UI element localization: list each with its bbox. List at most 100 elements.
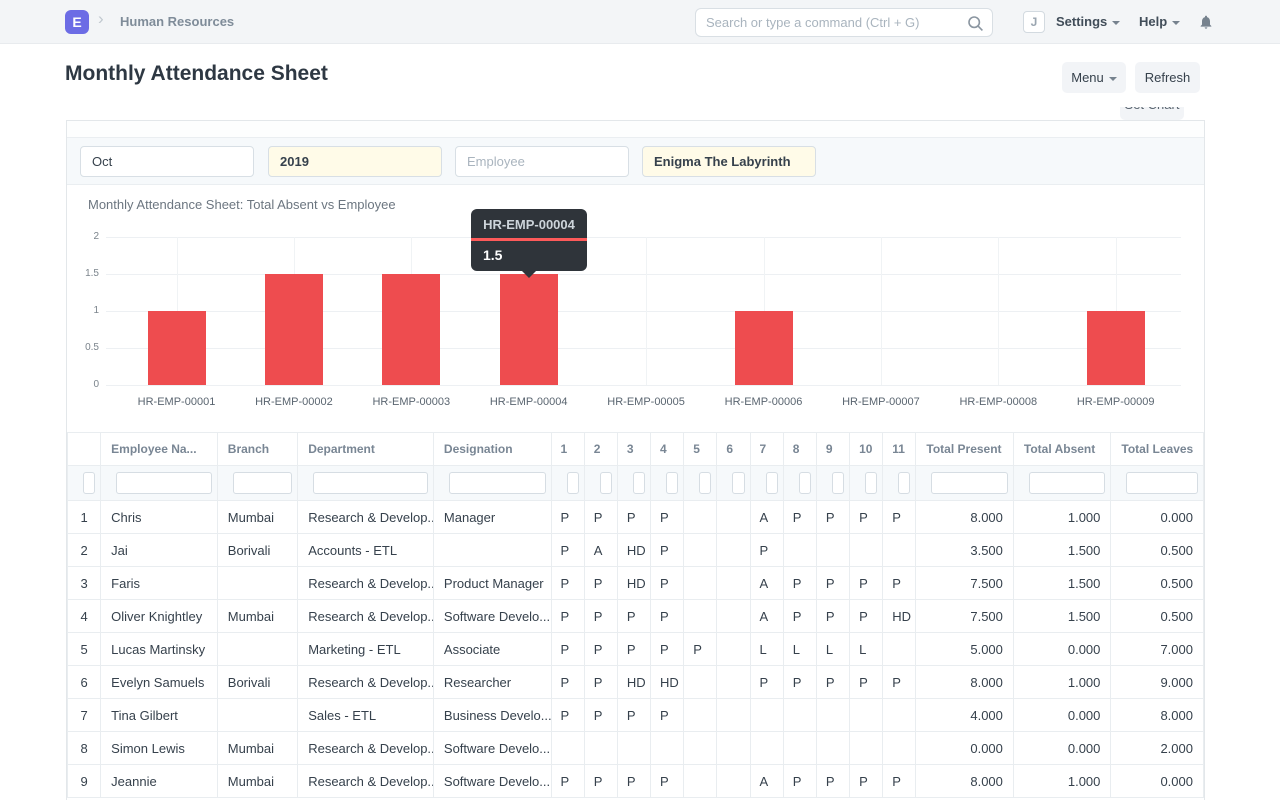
- column-filter-input-total-absent[interactable]: [1029, 472, 1106, 494]
- cell-branch[interactable]: Mumbai: [217, 732, 297, 765]
- cell-day-4[interactable]: P: [651, 534, 684, 567]
- notifications-bell-icon[interactable]: [1198, 13, 1214, 31]
- cell-day-7[interactable]: A: [750, 567, 783, 600]
- cell-total-absent[interactable]: 1.000: [1013, 666, 1111, 699]
- cell-day-6[interactable]: [717, 699, 750, 732]
- cell-row-index[interactable]: 1: [68, 501, 101, 534]
- cell-day-9[interactable]: P: [816, 501, 849, 534]
- cell-day-3[interactable]: P: [617, 765, 650, 798]
- cell-day-3[interactable]: P: [617, 633, 650, 666]
- cell-department[interactable]: Marketing - ETL: [298, 633, 434, 666]
- cell-day-10[interactable]: P: [850, 501, 883, 534]
- cell-designation[interactable]: [433, 534, 551, 567]
- cell-branch[interactable]: Borivali: [217, 666, 297, 699]
- cell-day-1[interactable]: [551, 732, 584, 765]
- cell-day-11[interactable]: [883, 732, 916, 765]
- cell-day-10[interactable]: P: [850, 666, 883, 699]
- cell-day-11[interactable]: HD: [883, 600, 916, 633]
- column-filter-input-day-4[interactable]: [666, 472, 678, 494]
- cell-day-1[interactable]: P: [551, 600, 584, 633]
- cell-designation[interactable]: Software Develo...: [433, 765, 551, 798]
- column-header-day-6[interactable]: 6: [717, 433, 750, 466]
- cell-branch[interactable]: Mumbai: [217, 501, 297, 534]
- column-filter-input-total-present[interactable]: [931, 472, 1008, 494]
- cell-employee-name[interactable]: Chris: [101, 501, 218, 534]
- cell-total-absent[interactable]: 0.000: [1013, 732, 1111, 765]
- cell-designation[interactable]: Software Develo...: [433, 600, 551, 633]
- cell-row-index[interactable]: 9: [68, 765, 101, 798]
- cell-designation[interactable]: Product Manager: [433, 567, 551, 600]
- column-header-row-index[interactable]: [68, 433, 101, 466]
- cell-total-present[interactable]: 7.500: [916, 567, 1014, 600]
- cell-total-leaves[interactable]: 0.500: [1111, 600, 1204, 633]
- cell-day-8[interactable]: P: [783, 567, 816, 600]
- cell-day-10[interactable]: [850, 732, 883, 765]
- cell-total-absent[interactable]: 0.000: [1013, 699, 1111, 732]
- cell-total-present[interactable]: 7.500: [916, 600, 1014, 633]
- cell-total-absent[interactable]: 1.500: [1013, 600, 1111, 633]
- cell-total-leaves[interactable]: 7.000: [1111, 633, 1204, 666]
- cell-total-leaves[interactable]: 0.000: [1111, 501, 1204, 534]
- cell-day-6[interactable]: [717, 567, 750, 600]
- column-header-day-3[interactable]: 3: [617, 433, 650, 466]
- cell-day-2[interactable]: [584, 732, 617, 765]
- search-input[interactable]: [706, 10, 956, 35]
- cell-row-index[interactable]: 8: [68, 732, 101, 765]
- cell-total-present[interactable]: 5.000: [916, 633, 1014, 666]
- cell-branch[interactable]: [217, 567, 297, 600]
- cell-branch[interactable]: Borivali: [217, 534, 297, 567]
- cell-day-5[interactable]: [684, 765, 717, 798]
- cell-day-4[interactable]: P: [651, 567, 684, 600]
- cell-day-3[interactable]: P: [617, 600, 650, 633]
- column-filter-input-day-6[interactable]: [732, 472, 744, 494]
- cell-day-10[interactable]: [850, 534, 883, 567]
- cell-department[interactable]: Research & Develop...: [298, 765, 434, 798]
- cell-day-8[interactable]: P: [783, 501, 816, 534]
- column-filter-input-day-3[interactable]: [633, 472, 645, 494]
- cell-branch[interactable]: Mumbai: [217, 765, 297, 798]
- cell-day-2[interactable]: P: [584, 633, 617, 666]
- cell-day-9[interactable]: P: [816, 567, 849, 600]
- cell-day-2[interactable]: P: [584, 600, 617, 633]
- cell-day-5[interactable]: [684, 567, 717, 600]
- cell-day-1[interactable]: P: [551, 567, 584, 600]
- cell-day-10[interactable]: P: [850, 600, 883, 633]
- cell-designation[interactable]: Associate: [433, 633, 551, 666]
- cell-total-present[interactable]: 8.000: [916, 501, 1014, 534]
- column-header-day-9[interactable]: 9: [816, 433, 849, 466]
- cell-day-1[interactable]: P: [551, 765, 584, 798]
- cell-day-11[interactable]: [883, 534, 916, 567]
- cell-day-4[interactable]: HD: [651, 666, 684, 699]
- cell-total-absent[interactable]: 1.500: [1013, 534, 1111, 567]
- breadcrumb[interactable]: Human Resources: [120, 14, 234, 29]
- cell-branch[interactable]: [217, 633, 297, 666]
- cell-day-7[interactable]: P: [750, 534, 783, 567]
- refresh-button[interactable]: Refresh: [1135, 62, 1200, 93]
- cell-row-index[interactable]: 3: [68, 567, 101, 600]
- column-header-employee-name[interactable]: Employee Na...: [101, 433, 218, 466]
- cell-day-9[interactable]: [816, 534, 849, 567]
- column-header-day-4[interactable]: 4: [651, 433, 684, 466]
- cell-day-5[interactable]: [684, 600, 717, 633]
- cell-day-7[interactable]: [750, 732, 783, 765]
- settings-menu[interactable]: Settings: [1056, 14, 1120, 29]
- cell-row-index[interactable]: 7: [68, 699, 101, 732]
- column-header-day-7[interactable]: 7: [750, 433, 783, 466]
- cell-employee-name[interactable]: Jai: [101, 534, 218, 567]
- cell-day-1[interactable]: P: [551, 699, 584, 732]
- cell-day-4[interactable]: P: [651, 765, 684, 798]
- column-filter-input-branch[interactable]: [233, 472, 292, 494]
- cell-department[interactable]: Research & Develop...: [298, 501, 434, 534]
- cell-total-leaves[interactable]: 2.000: [1111, 732, 1204, 765]
- cell-employee-name[interactable]: Oliver Knightley: [101, 600, 218, 633]
- cell-day-1[interactable]: P: [551, 501, 584, 534]
- cell-day-5[interactable]: P: [684, 633, 717, 666]
- cell-day-2[interactable]: P: [584, 666, 617, 699]
- cell-day-4[interactable]: [651, 732, 684, 765]
- cell-employee-name[interactable]: Jeannie: [101, 765, 218, 798]
- column-filter-input-employee-name[interactable]: [116, 472, 212, 494]
- year-filter-input[interactable]: [268, 146, 442, 177]
- cell-day-10[interactable]: P: [850, 567, 883, 600]
- column-filter-input-row-index[interactable]: [83, 472, 95, 494]
- cell-employee-name[interactable]: Simon Lewis: [101, 732, 218, 765]
